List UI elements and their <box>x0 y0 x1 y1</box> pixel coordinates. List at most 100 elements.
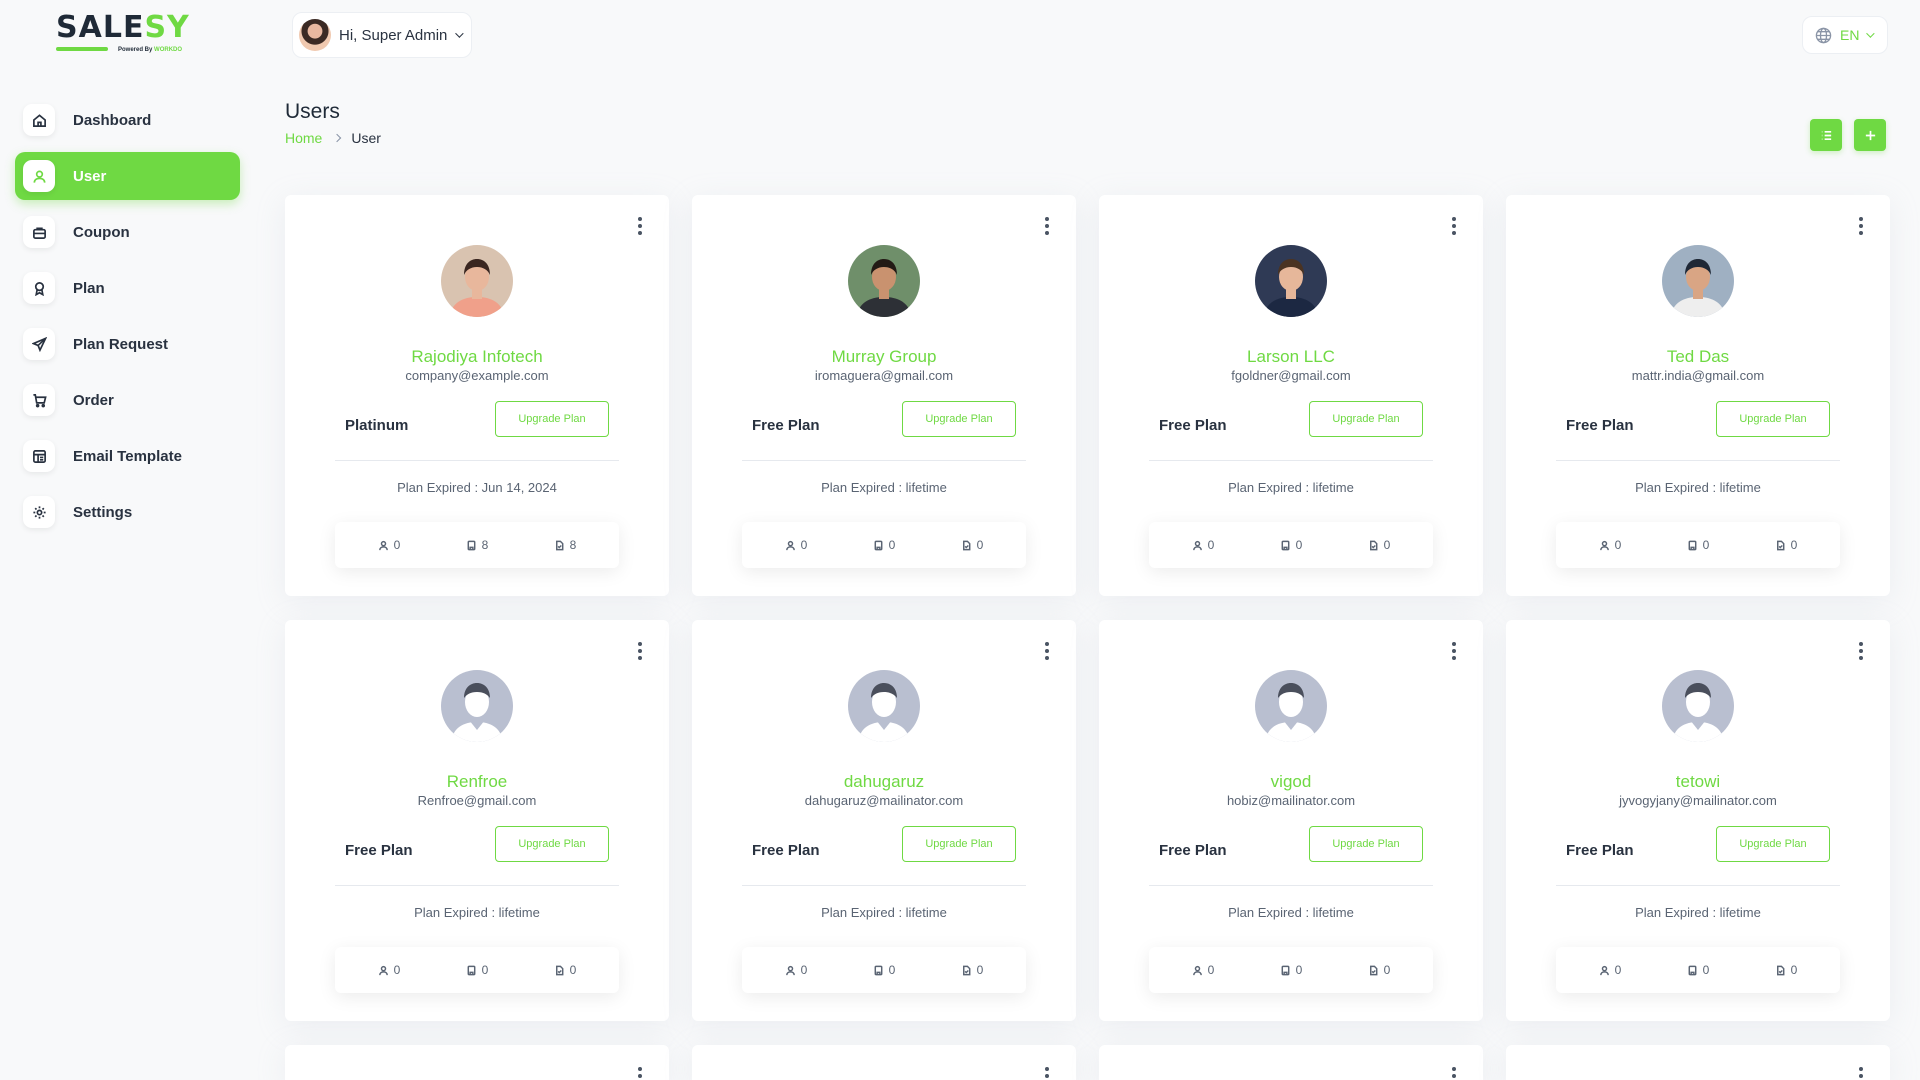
stat-users-value: 0 <box>1614 963 1622 977</box>
user-email: mattr.india@gmail.com <box>1631 368 1765 383</box>
sidebar-item-settings[interactable]: Settings <box>15 488 240 536</box>
card-options-icon[interactable] <box>1856 1067 1866 1080</box>
upgrade-plan-button[interactable]: Upgrade Plan <box>1309 401 1423 437</box>
sidebar-item-plan[interactable]: Plan <box>15 264 240 312</box>
sidebar-item-user[interactable]: User <box>15 152 240 200</box>
user-icon <box>1599 965 1609 975</box>
user-card: tetowi jyvogyjany@mailinator.com Free Plan… <box>1506 620 1890 1021</box>
upgrade-plan-button[interactable]: Upgrade Plan <box>1716 401 1830 437</box>
language-dropdown[interactable]: EN <box>1802 16 1888 54</box>
stat-a: 0 <box>1687 963 1710 977</box>
stat-users: 0 <box>378 538 400 552</box>
stat-users-value: 0 <box>800 538 808 552</box>
stat-a-value: 0 <box>1295 538 1303 552</box>
send-icon <box>23 328 55 360</box>
stat-users-value: 0 <box>1614 538 1622 552</box>
sidebar-item-order[interactable]: Order <box>15 376 240 424</box>
upgrade-plan-button[interactable]: Upgrade Plan <box>902 826 1016 862</box>
user-name: tetowi <box>1675 772 1721 791</box>
card-options-icon[interactable] <box>1449 217 1459 235</box>
card-options-icon[interactable] <box>1042 642 1052 660</box>
user-stats: 0 0 0 <box>1556 522 1840 568</box>
file-check-icon <box>1369 540 1378 550</box>
stat-a-value: 0 <box>1702 538 1710 552</box>
stat-users: 0 <box>1192 963 1214 977</box>
user-stats: 0 0 0 <box>1149 947 1433 993</box>
user-menu-dropdown[interactable]: Hi, Super Admin <box>292 12 473 58</box>
sidebar-item-coupon[interactable]: Coupon <box>15 208 240 256</box>
upgrade-plan-button[interactable]: Upgrade Plan <box>1309 826 1423 862</box>
avatar <box>1662 245 1734 317</box>
stat-a: 8 <box>466 538 489 552</box>
upgrade-plan-button[interactable]: Upgrade Plan <box>495 401 609 437</box>
user-icon <box>378 540 388 550</box>
plan-name: Free Plan <box>345 842 413 859</box>
stat-a: 0 <box>1280 963 1302 977</box>
plan-expiry: Plan Expired : lifetime <box>414 905 540 920</box>
upgrade-plan-button[interactable]: Upgrade Plan <box>902 401 1016 437</box>
card-options-icon[interactable] <box>1449 642 1459 660</box>
stat-users: 0 <box>785 963 807 977</box>
globe-icon <box>1815 27 1832 43</box>
user-card: Ted Das mattr.india@gmail.com Free Plan Upg… <box>1506 195 1890 596</box>
user-icon <box>23 160 55 192</box>
stat-a-value: 0 <box>1702 963 1710 977</box>
card-options-icon[interactable] <box>1042 217 1052 235</box>
user-card: vigod hobiz@mailinator.com Free Plan Upgrad… <box>1099 620 1483 1021</box>
upgrade-plan-button[interactable]: Upgrade Plan <box>495 826 609 862</box>
avatar <box>299 19 331 51</box>
sidebar-item-dashboard[interactable]: Dashboard <box>15 96 240 144</box>
avatar <box>441 245 513 317</box>
list-view-button[interactable] <box>1810 119 1842 151</box>
plan-name: Free Plan <box>1159 842 1227 859</box>
stat-b-value: 0 <box>1790 538 1798 552</box>
stat-a-value: 0 <box>481 963 489 977</box>
stat-b-value: 0 <box>1790 963 1798 977</box>
card-options-icon[interactable] <box>1856 642 1866 660</box>
add-user-button[interactable] <box>1854 119 1886 151</box>
template-icon <box>23 440 55 472</box>
avatar <box>848 245 920 317</box>
user-card: Rajodiya Infotech company@example.com Plat… <box>285 195 669 596</box>
stat-a-value: 0 <box>888 538 896 552</box>
plan-name: Free Plan <box>752 417 820 434</box>
card-options-icon[interactable] <box>1449 1067 1459 1080</box>
user-card: dahugaruz dahugaruz@mailinator.com Free Pl… <box>692 620 1076 1021</box>
user-name: dahugaruz <box>843 772 925 791</box>
stat-users-value: 0 <box>393 963 401 977</box>
card-options-icon[interactable] <box>1856 217 1866 235</box>
user-email: iromaguera@gmail.com <box>814 368 954 383</box>
file-check-icon <box>555 540 564 550</box>
plan-expiry: Plan Expired : lifetime <box>821 480 947 495</box>
user-email: fgoldner@gmail.com <box>1231 368 1351 383</box>
sidebar-item-label: Plan Request <box>73 335 169 353</box>
avatar <box>848 670 920 742</box>
card-options-icon[interactable] <box>635 642 645 660</box>
stat-b-value: 0 <box>1383 963 1391 977</box>
page-title: Users <box>285 100 340 123</box>
briefcase-icon <box>23 216 55 248</box>
avatar <box>1662 670 1734 742</box>
card-options-icon[interactable] <box>635 1067 645 1080</box>
card-options-icon[interactable] <box>635 217 645 235</box>
file-check-icon <box>1776 965 1785 975</box>
user-email: dahugaruz@mailinator.com <box>804 793 964 808</box>
user-stats: 0 0 0 <box>1149 522 1433 568</box>
user-name: vigod <box>1270 772 1312 791</box>
upgrade-plan-button[interactable]: Upgrade Plan <box>1716 826 1830 862</box>
user-email: hobiz@mailinator.com <box>1226 793 1356 808</box>
avatar <box>1255 670 1327 742</box>
user-icon <box>1599 540 1609 550</box>
plus-icon <box>1865 130 1875 140</box>
user-icon <box>1192 965 1202 975</box>
card-options-icon[interactable] <box>1042 1067 1052 1080</box>
stat-a-value: 8 <box>481 538 489 552</box>
sidebar-item-plan-request[interactable]: Plan Request <box>15 320 240 368</box>
sidebar-item-email-template[interactable]: Email Template <box>15 432 240 480</box>
user-name: Renfroe <box>446 772 508 791</box>
stat-b: 8 <box>554 538 576 552</box>
document-icon <box>467 540 476 550</box>
stat-b: 0 <box>1775 963 1798 977</box>
breadcrumb-home-link[interactable]: Home <box>285 130 322 146</box>
brand-logo[interactable]: SALESY Powered By WORKDO <box>56 12 206 58</box>
